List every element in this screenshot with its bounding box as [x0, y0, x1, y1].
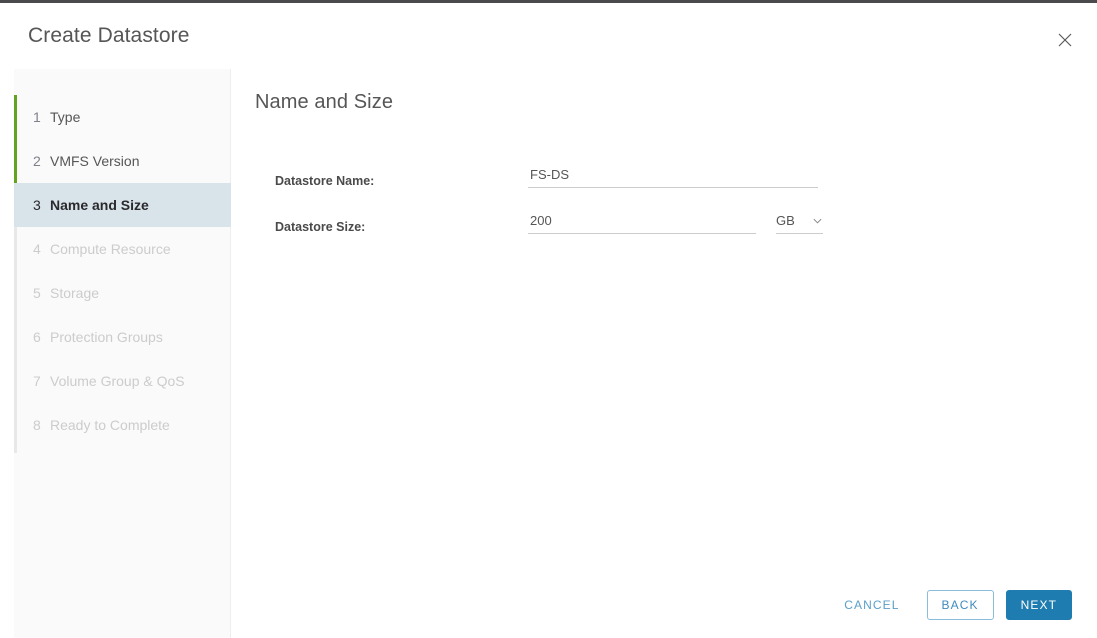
modal-titlebar: Create Datastore: [0, 6, 1097, 69]
step-label: Compute Resource: [50, 241, 171, 257]
step-label: Volume Group & QoS: [50, 373, 185, 389]
step-number: 8: [33, 417, 41, 433]
chevron-down-icon: [812, 215, 823, 226]
step-number: 4: [33, 241, 41, 257]
close-button[interactable]: [1049, 24, 1081, 56]
back-button[interactable]: Back: [926, 590, 994, 620]
datastore-size-input[interactable]: [528, 213, 756, 234]
step-number: 6: [33, 329, 41, 345]
step-number: 7: [33, 373, 41, 389]
sidebar-step-compute-resource: 4 Compute Resource: [14, 227, 231, 271]
name-and-size-form: Datastore Name: Datastore Size: GB: [231, 161, 1097, 253]
page-title: Name and Size: [255, 91, 394, 113]
cancel-button[interactable]: Cancel: [829, 590, 914, 620]
sidebar-step-vmfs-version[interactable]: 2 VMFS Version: [14, 139, 231, 183]
form-row-datastore-size: Datastore Size: GB: [231, 207, 1097, 253]
step-label: Type: [50, 109, 81, 125]
wizard-footer: Cancel Back Next: [829, 590, 1072, 620]
step-label: Name and Size: [50, 197, 149, 213]
sidebar-step-storage: 5 Storage: [14, 271, 231, 315]
step-label: Storage: [50, 285, 100, 301]
step-label: VMFS Version: [50, 153, 140, 169]
step-number: 2: [33, 153, 41, 169]
datastore-size-unit-select[interactable]: GB: [776, 213, 823, 234]
sidebar-step-ready-to-complete: 8 Ready to Complete: [14, 403, 231, 447]
step-label: Ready to Complete: [50, 417, 170, 433]
sidebar-step-protection-groups: 6 Protection Groups: [14, 315, 231, 359]
step-number: 5: [33, 285, 41, 301]
sidebar-step-volume-group-qos: 7 Volume Group & QoS: [14, 359, 231, 403]
form-row-datastore-name: Datastore Name:: [231, 161, 1097, 207]
modal-title: Create Datastore: [28, 24, 190, 47]
sidebar-step-name-and-size[interactable]: 3 Name and Size: [14, 183, 231, 227]
sidebar-step-type[interactable]: 1 Type: [14, 95, 231, 139]
wizard-sidebar: 1 Type 2 VMFS Version 3 Name and Size 4 …: [14, 69, 231, 638]
unit-select-value: GB: [776, 213, 795, 228]
close-icon: [1049, 32, 1081, 48]
wizard-step-list: 1 Type 2 VMFS Version 3 Name and Size 4 …: [14, 95, 231, 447]
datastore-name-label: Datastore Name:: [275, 174, 375, 188]
step-number: 1: [33, 109, 41, 125]
next-button[interactable]: Next: [1005, 590, 1072, 620]
step-label: Protection Groups: [50, 329, 163, 345]
create-datastore-modal: Create Datastore 1 Type 2 VMFS Version 3: [0, 0, 1097, 638]
datastore-name-input[interactable]: [528, 167, 818, 188]
datastore-size-label: Datastore Size:: [275, 220, 366, 234]
step-number: 3: [33, 197, 41, 213]
wizard-content: Name and Size Datastore Name: Datastore …: [231, 69, 1097, 638]
